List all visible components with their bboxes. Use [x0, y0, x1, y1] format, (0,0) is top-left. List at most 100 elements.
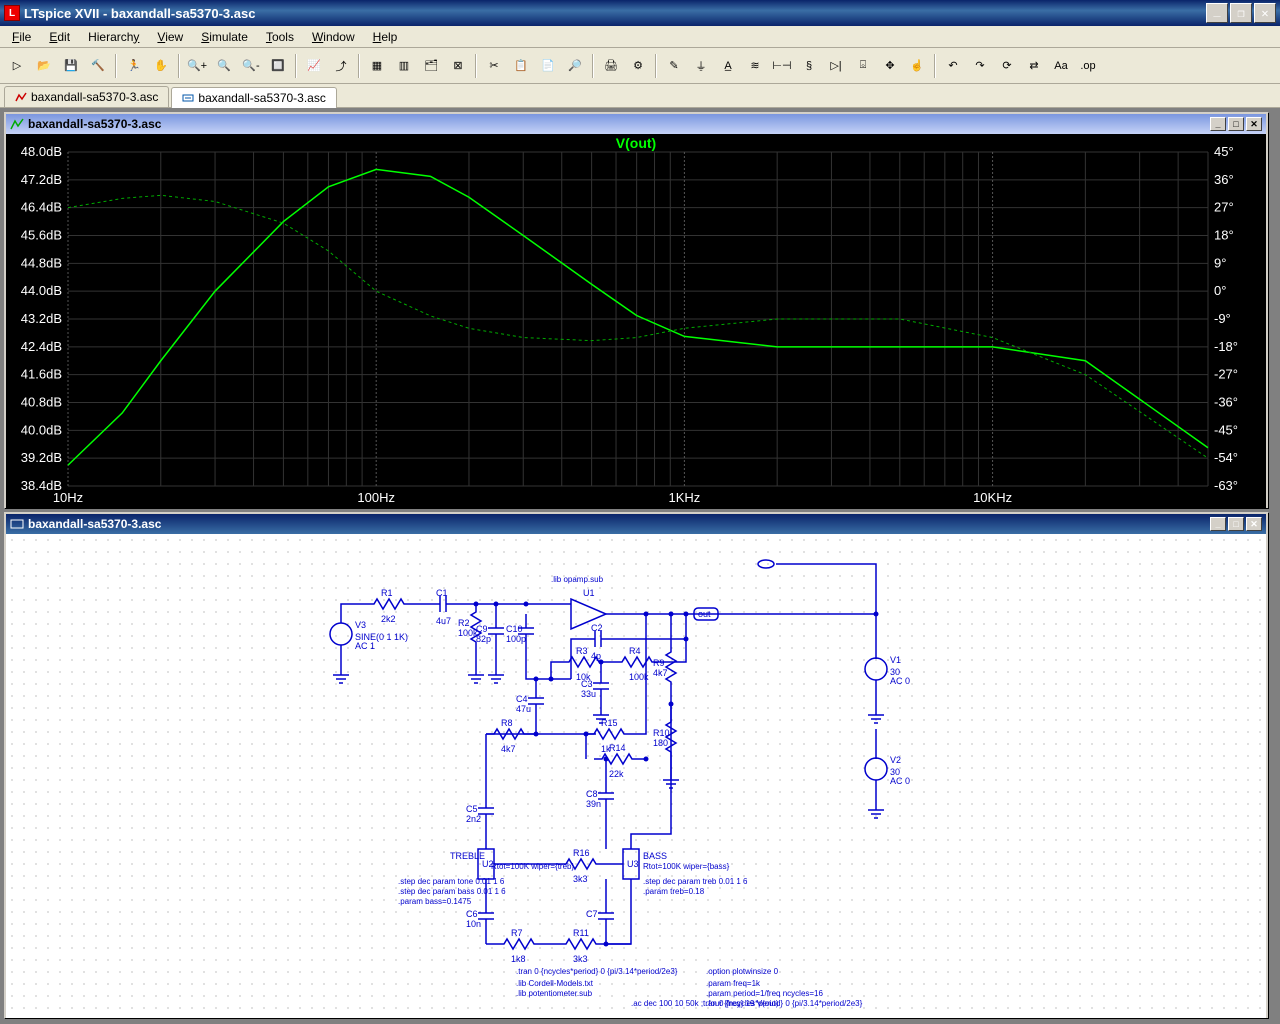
- sch-minimize-button[interactable]: _: [1210, 517, 1226, 531]
- svg-text:4u7: 4u7: [436, 616, 451, 626]
- find-icon[interactable]: 🔎: [562, 53, 588, 79]
- svg-text:1k8: 1k8: [511, 954, 526, 964]
- text-icon[interactable]: Aa: [1048, 53, 1074, 79]
- svg-text:.lib potentiometer.sub: .lib potentiometer.sub: [516, 989, 593, 998]
- component-icon[interactable]: ⌺: [850, 53, 876, 79]
- mdi-client: baxandall-sa5370-3.asc _ □ ✕ V(out)48.0d…: [0, 108, 1280, 1024]
- svg-text:.param freq=1k: .param freq=1k: [706, 979, 761, 988]
- tab-label: baxandall-sa5370-3.asc: [198, 91, 325, 105]
- draw-wire-icon[interactable]: ✎: [661, 53, 687, 79]
- svg-text:3k3: 3k3: [573, 874, 588, 884]
- open-icon[interactable]: 📂: [31, 53, 57, 79]
- svg-text:43.2dB: 43.2dB: [21, 311, 62, 326]
- svg-text:0°: 0°: [1214, 283, 1226, 298]
- undo-icon[interactable]: ↶: [940, 53, 966, 79]
- print-icon[interactable]: 🖨: [598, 53, 624, 79]
- paste-icon[interactable]: 📄: [535, 53, 561, 79]
- plot-maximize-button[interactable]: □: [1228, 117, 1244, 131]
- move-icon[interactable]: ✥: [877, 53, 903, 79]
- run-icon[interactable]: ▷: [4, 53, 30, 79]
- tab-plot[interactable]: baxandall-sa5370-3.asc: [4, 86, 169, 107]
- cascade-icon[interactable]: 🗂: [418, 53, 444, 79]
- menu-view[interactable]: View: [149, 28, 191, 46]
- svg-text:.four {freq} 19 V(out): .four {freq} 19 V(out): [706, 999, 779, 1008]
- svg-text:100p: 100p: [506, 634, 526, 644]
- menu-edit[interactable]: Edit: [41, 28, 78, 46]
- svg-text:.param bass=0.1475: .param bass=0.1475: [398, 897, 472, 906]
- svg-text:3k3: 3k3: [573, 954, 588, 964]
- inductor-icon[interactable]: §: [796, 53, 822, 79]
- svg-text:R3: R3: [576, 646, 588, 656]
- ground-icon[interactable]: ⏚: [688, 53, 714, 79]
- drag-icon[interactable]: ☝: [904, 53, 930, 79]
- svg-text:44.0dB: 44.0dB: [21, 283, 62, 298]
- spice-dir-icon[interactable]: .op: [1075, 53, 1101, 79]
- svg-text:V2: V2: [890, 755, 901, 765]
- window-title: LTspice XVII - baxandall-sa5370-3.asc: [24, 6, 1206, 21]
- svg-text:45°: 45°: [1214, 144, 1234, 159]
- svg-text:-27°: -27°: [1214, 367, 1238, 382]
- svg-text:100Hz: 100Hz: [357, 490, 395, 505]
- print-setup-icon[interactable]: ⚙: [625, 53, 651, 79]
- plot-area[interactable]: V(out)48.0dB47.2dB46.4dB45.6dB44.8dB44.0…: [6, 134, 1266, 508]
- tile-v-icon[interactable]: ▥: [391, 53, 417, 79]
- svg-text:42.4dB: 42.4dB: [21, 339, 62, 354]
- save-icon[interactable]: 💾: [58, 53, 84, 79]
- menu-tools[interactable]: Tools: [258, 28, 302, 46]
- svg-text:18°: 18°: [1214, 228, 1234, 243]
- plot-close-button[interactable]: ✕: [1246, 117, 1262, 131]
- svg-text:36°: 36°: [1214, 172, 1234, 187]
- sch-close-button[interactable]: ✕: [1246, 517, 1262, 531]
- close-button[interactable]: [1254, 3, 1276, 23]
- redo-icon[interactable]: ↷: [967, 53, 993, 79]
- schematic-canvas[interactable]: V3SINE(0 1 1K)AC 1R12k2C14u7R2100kC982pC…: [6, 534, 1266, 1018]
- zoom-out-icon[interactable]: 🔍-: [238, 53, 264, 79]
- run-sim-icon[interactable]: 🏃: [121, 53, 147, 79]
- svg-text:40.8dB: 40.8dB: [21, 395, 62, 410]
- svg-text:V(out): V(out): [616, 135, 656, 151]
- svg-text:47.2dB: 47.2dB: [21, 172, 62, 187]
- svg-text:10n: 10n: [466, 919, 481, 929]
- menu-hierarchy[interactable]: Hierarchy: [80, 28, 147, 46]
- close-win-icon[interactable]: ⊠: [445, 53, 471, 79]
- pick-icon[interactable]: ⤴: [328, 53, 354, 79]
- label-icon[interactable]: A̲: [715, 53, 741, 79]
- svg-text:.tran 0 {ncycles*period} 0 {pi: .tran 0 {ncycles*period} 0 {pi/3.14*peri…: [516, 967, 678, 976]
- zoom-in-icon[interactable]: 🔍+: [184, 53, 210, 79]
- mirror-icon[interactable]: ⇄: [1021, 53, 1047, 79]
- plot-window-titlebar[interactable]: baxandall-sa5370-3.asc _ □ ✕: [6, 114, 1266, 134]
- rotate-icon[interactable]: ⟳: [994, 53, 1020, 79]
- menu-window[interactable]: Window: [304, 28, 363, 46]
- maximize-button[interactable]: [1230, 3, 1252, 23]
- plot-minimize-button[interactable]: _: [1210, 117, 1226, 131]
- sch-maximize-button[interactable]: □: [1228, 517, 1244, 531]
- hammer-icon[interactable]: 🔨: [85, 53, 111, 79]
- pan-icon[interactable]: ✋: [148, 53, 174, 79]
- schematic-area[interactable]: V3SINE(0 1 1K)AC 1R12k2C14u7R2100kC982pC…: [6, 534, 1266, 1018]
- capacitor-icon[interactable]: ⊢⊣: [769, 53, 795, 79]
- menu-file[interactable]: File: [4, 28, 39, 46]
- svg-text:BASS: BASS: [643, 851, 667, 861]
- schematic-window-titlebar[interactable]: baxandall-sa5370-3.asc _ □ ✕: [6, 514, 1266, 534]
- svg-text:TREBLE: TREBLE: [450, 851, 485, 861]
- svg-text:2n2: 2n2: [466, 814, 481, 824]
- svg-text:C1: C1: [436, 588, 448, 598]
- autorange-icon[interactable]: 📈: [301, 53, 327, 79]
- diode-icon[interactable]: ▷|: [823, 53, 849, 79]
- menu-help[interactable]: Help: [365, 28, 406, 46]
- svg-text:41.6dB: 41.6dB: [21, 367, 62, 382]
- svg-text:40.0dB: 40.0dB: [21, 422, 62, 437]
- svg-text:V3: V3: [355, 620, 366, 630]
- svg-text:33u: 33u: [581, 689, 596, 699]
- copy-icon[interactable]: 📋: [508, 53, 534, 79]
- zoom-rect-icon[interactable]: 🔲: [265, 53, 291, 79]
- tab-schematic[interactable]: baxandall-sa5370-3.asc: [171, 87, 336, 108]
- tile-h-icon[interactable]: ▦: [364, 53, 390, 79]
- cut-icon[interactable]: ✂: [481, 53, 507, 79]
- svg-text:C9: C9: [476, 624, 488, 634]
- resistor-icon[interactable]: ≋: [742, 53, 768, 79]
- plot-canvas[interactable]: V(out)48.0dB47.2dB46.4dB45.6dB44.8dB44.0…: [6, 134, 1266, 508]
- zoom-fit-icon[interactable]: 🔍: [211, 53, 237, 79]
- menu-simulate[interactable]: Simulate: [193, 28, 256, 46]
- minimize-button[interactable]: [1206, 3, 1228, 23]
